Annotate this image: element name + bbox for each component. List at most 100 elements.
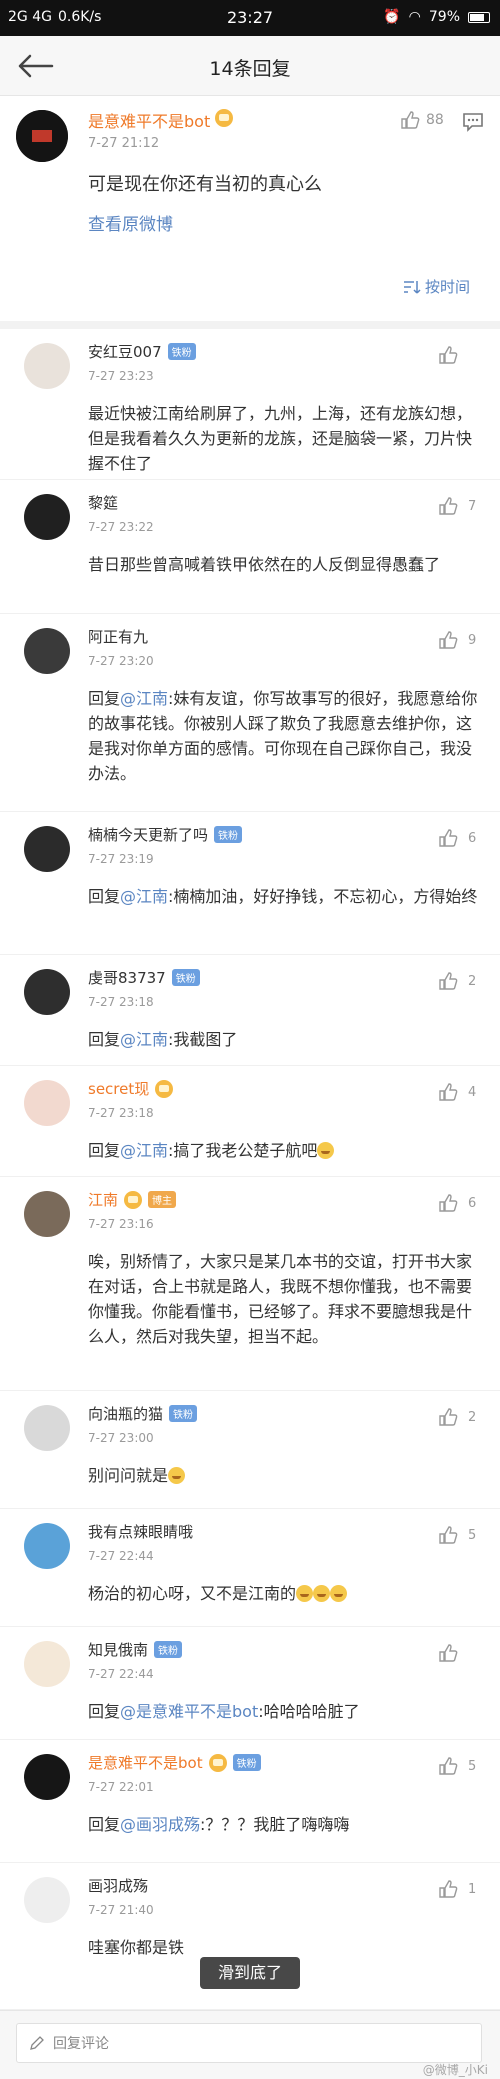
reply-author[interactable]: 是意难平不是bot xyxy=(88,1752,203,1773)
bottom-bar: 回复评论 @微博_小Ki xyxy=(0,2010,500,2079)
sort-icon xyxy=(403,280,421,294)
like-button[interactable] xyxy=(438,345,468,365)
like-button[interactable]: 2 xyxy=(438,971,476,991)
status-bar: 2G 4G 0.6K/s 23:27 ⏰ ◠ 79% xyxy=(0,0,500,36)
reply-author[interactable]: 江南 xyxy=(88,1189,118,1210)
avatar[interactable] xyxy=(24,826,70,872)
mention-link[interactable]: @画羽成殇 xyxy=(120,1815,200,1834)
thumbs-up-icon xyxy=(439,497,458,515)
reply-item[interactable]: 虔哥83737 铁粉 7-27 23:18 2 回复@江南:我截图了 xyxy=(0,955,500,1066)
avatar[interactable] xyxy=(24,969,70,1015)
mention-link[interactable]: @江南 xyxy=(120,689,168,708)
reply-item[interactable]: 阿正有九 7-27 23:20 9 回复@江南:妹有友谊，你写故事写的很好，我愿意给你… xyxy=(0,614,500,812)
battery-label: 79% xyxy=(428,9,460,25)
reply-body: 最近快被江南给刷屏了，九州，上海，还有龙族幻想，但是我看着久久为更新的龙族，还是… xyxy=(88,404,473,473)
reply-author[interactable]: 知見俄南 xyxy=(88,1639,148,1660)
view-original-link[interactable]: 查看原微博 xyxy=(88,210,173,235)
like-button[interactable]: 9 xyxy=(438,630,476,650)
reply-item[interactable]: 江南 博主 7-27 23:16 6 唉，别矫情了，大家只是某几本书的交谊，打开书大家在… xyxy=(0,1177,500,1391)
like-button[interactable]: 5 xyxy=(438,1525,476,1545)
reply-author[interactable]: 黎筵 xyxy=(88,492,118,513)
reply-header: 江南 博主 xyxy=(88,1189,177,1210)
mention-link[interactable]: @是意难平不是bot xyxy=(120,1702,258,1721)
like-button[interactable]: 2 xyxy=(438,1407,476,1427)
avatar[interactable] xyxy=(24,1641,70,1687)
reply-item[interactable]: secret现 7-27 23:18 4 回复@江南:搞了我老公楚子航吧 xyxy=(0,1066,500,1177)
original-comment: 是意难平不是bot 7-27 21:12 88 可是现在你还有当初的真心么 查看… xyxy=(0,96,500,321)
author-name[interactable]: 是意难平不是bot xyxy=(88,108,234,132)
reply-time: 7-27 21:40 xyxy=(88,1903,154,1917)
avatar[interactable] xyxy=(24,628,70,674)
author-name-text: 是意难平不是bot xyxy=(88,112,211,131)
like-button[interactable]: 7 xyxy=(438,496,476,516)
mention-link[interactable]: @江南 xyxy=(120,887,168,906)
wifi-icon: ◠ xyxy=(408,9,421,25)
alarm-icon: ⏰ xyxy=(383,9,401,25)
reply-author[interactable]: 阿正有九 xyxy=(88,626,148,647)
avatar[interactable] xyxy=(16,110,68,162)
reply-item[interactable]: 我有点辣眼睛哦 7-27 22:44 5 杨治的初心呀，又不是江南的 xyxy=(0,1509,500,1627)
like-count: 4 xyxy=(468,1084,477,1100)
avatar[interactable] xyxy=(24,1877,70,1923)
thumbs-up-icon xyxy=(439,972,458,990)
mention-link[interactable]: @江南 xyxy=(120,1141,168,1160)
like-button[interactable]: 6 xyxy=(438,828,476,848)
thumbs-up-icon xyxy=(439,1083,458,1101)
avatar[interactable] xyxy=(24,494,70,540)
like-button[interactable] xyxy=(438,1643,468,1663)
reply-time: 7-27 23:23 xyxy=(88,369,154,383)
reply-header: 阿正有九 xyxy=(88,626,148,647)
battery-fill xyxy=(470,13,484,21)
avatar[interactable] xyxy=(24,1754,70,1800)
page-title: 14条回复 xyxy=(209,58,291,80)
mention-link[interactable]: @江南 xyxy=(120,1030,168,1049)
reply-item[interactable]: 是意难平不是bot 铁粉 7-27 22:01 5 回复@画羽成殇:？？？我脏了嗨嗨嗨 xyxy=(0,1740,500,1863)
like-button[interactable]: 5 xyxy=(438,1756,476,1776)
like-count: 6 xyxy=(468,830,477,846)
like-count: 88 xyxy=(426,112,444,128)
reply-author[interactable]: 我有点辣眼睛哦 xyxy=(88,1521,193,1542)
reply-author[interactable]: 向油瓶的猫 xyxy=(88,1403,163,1424)
reply-author[interactable]: secret现 xyxy=(88,1078,149,1099)
like-button[interactable]: 6 xyxy=(438,1193,476,1213)
like-count: 7 xyxy=(468,498,477,514)
reply-header: 楠楠今天更新了吗 铁粉 xyxy=(88,824,243,845)
reply-item[interactable]: 楠楠今天更新了吗 铁粉 7-27 23:19 6 回复@江南:楠楠加油，好好挣钱，不忘初… xyxy=(0,812,500,955)
like-button[interactable]: 1 xyxy=(438,1879,476,1899)
reply-prefix: 回复 xyxy=(88,1030,121,1049)
like-count: 6 xyxy=(468,1195,477,1211)
reply-author[interactable]: 安红豆007 xyxy=(88,341,162,362)
reply-text: 回复@是意难平不是bot:哈哈哈哈脏了 xyxy=(88,1699,478,1724)
reply-item[interactable]: 安红豆007 铁粉 7-27 23:23 最近快被江南给刷屏了，九州，上海，还有龙族幻… xyxy=(0,329,500,480)
like-button[interactable]: 4 xyxy=(438,1082,476,1102)
thumbs-up-icon xyxy=(401,111,420,129)
avatar[interactable] xyxy=(24,1405,70,1451)
avatar[interactable] xyxy=(24,1523,70,1569)
like-button[interactable]: 88 xyxy=(400,110,444,130)
fan-badge: 铁粉 xyxy=(154,1641,183,1658)
reply-prefix: 回复 xyxy=(88,1702,121,1721)
reply-header: 黎筵 xyxy=(88,492,118,513)
avatar[interactable] xyxy=(24,1080,70,1126)
reply-body: :哈哈哈哈脏了 xyxy=(258,1702,360,1721)
reply-author[interactable]: 画羽成殇 xyxy=(88,1875,148,1896)
reply-header: 安红豆007 铁粉 xyxy=(88,341,196,362)
reply-author[interactable]: 虔哥83737 xyxy=(88,967,166,988)
thumbs-up-icon xyxy=(439,829,458,847)
thumbs-up-icon xyxy=(439,1408,458,1426)
comment-button[interactable] xyxy=(462,112,484,136)
reply-input[interactable]: 回复评论 xyxy=(16,2023,482,2063)
avatar[interactable] xyxy=(24,343,70,389)
sort-by-time-button[interactable]: 按时间 xyxy=(403,276,470,297)
reply-item[interactable]: 知見俄南 铁粉 7-27 22:44 回复@是意难平不是bot:哈哈哈哈脏了 xyxy=(0,1627,500,1740)
reply-header: 我有点辣眼睛哦 xyxy=(88,1521,193,1542)
end-of-list-toast: 滑到底了 xyxy=(200,1957,300,1989)
avatar[interactable] xyxy=(24,1191,70,1237)
reply-item[interactable]: 黎筵 7-27 23:22 7 昔日那些曾高喊着铁甲依然在的人反倒显得愚蠢了 xyxy=(0,480,500,614)
reply-author[interactable]: 楠楠今天更新了吗 xyxy=(88,824,208,845)
reply-item[interactable]: 向油瓶的猫 铁粉 7-27 23:00 2 别问问就是 xyxy=(0,1391,500,1509)
reply-text: 唉，别矫情了，大家只是某几本书的交谊，打开书大家在对话，合上书就是路人，我既不想… xyxy=(88,1249,478,1349)
thumbs-up-icon xyxy=(439,346,458,364)
fan-badge: 铁粉 xyxy=(167,343,196,360)
reply-text: 回复@江南:楠楠加油，好好挣钱，不忘初心，方得始终 xyxy=(88,884,478,909)
